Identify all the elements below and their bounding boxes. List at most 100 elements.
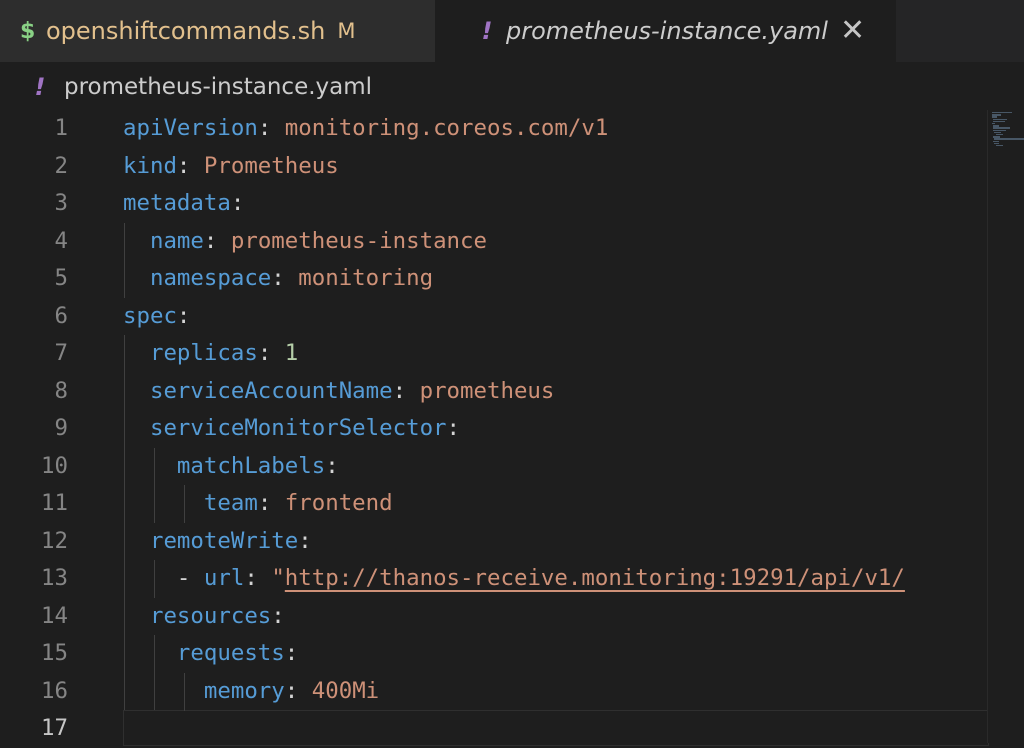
code-text: remoteWrite: — [123, 523, 312, 561]
code-text: serviceAccountName: prometheus — [123, 373, 554, 411]
minimap-line — [993, 120, 1005, 123]
code-line[interactable]: 13 - url: "http://thanos-receive.monitor… — [0, 560, 990, 598]
line-number: 17 — [41, 715, 68, 741]
code-line[interactable]: 6 spec: — [0, 298, 990, 336]
yaml-key: matchLabels — [176, 452, 326, 479]
minimap-line — [992, 116, 997, 118]
yaml-key: apiVersion — [123, 115, 258, 141]
punctuation — [123, 603, 150, 629]
code-editor[interactable]: 1 apiVersion: monitoring.coreos.com/v1 2 ki… — [0, 110, 1024, 746]
punctuation: : — [176, 152, 204, 179]
tab-prometheus-instance[interactable]: ! prometheus-instance.yaml ✕ — [436, 0, 896, 62]
code-line[interactable]: 7 replicas: 1 — [0, 335, 990, 373]
punctuation: : — [271, 602, 285, 629]
line-number: 1 — [54, 115, 68, 141]
code-line[interactable]: 16 memory: 400Mi — [0, 673, 990, 711]
code-text: matchLabels: — [123, 448, 339, 486]
yaml-file-icon: ! — [34, 73, 46, 101]
minimap-line — [993, 125, 1000, 127]
code-line[interactable]: 12 remoteWrite: — [0, 523, 990, 561]
punctuation: : — [244, 565, 272, 591]
yaml-file-icon: ! — [481, 17, 493, 45]
punctuation — [123, 528, 150, 554]
editor-tab-bar: $ openshiftcommands.sh M ! prometheus-in… — [0, 0, 1024, 62]
yaml-key: resources — [149, 602, 272, 629]
punctuation — [123, 678, 204, 704]
tab-label: prometheus-instance.yaml — [506, 17, 828, 45]
code-line[interactable]: 2 kind: Prometheus — [0, 148, 990, 186]
line-number: 11 — [41, 490, 68, 516]
yaml-key: spec — [123, 302, 177, 329]
line-number: 5 — [54, 265, 68, 291]
tab-label: openshiftcommands.sh — [46, 17, 326, 45]
code-text: resources: — [123, 598, 285, 636]
yaml-key: namespace — [149, 265, 272, 291]
minimap-line — [993, 140, 999, 142]
minimap-line — [994, 131, 1001, 134]
code-text: - url: "http://thanos-receive.monitoring… — [123, 560, 905, 598]
punctuation: : — [325, 452, 339, 479]
minimap[interactable] — [987, 110, 1024, 743]
code-text: name: prometheus-instance — [123, 223, 487, 261]
code-text: memory: 400Mi — [123, 673, 379, 711]
line-number: 4 — [54, 227, 68, 254]
punctuation: : — [298, 527, 312, 554]
punctuation: : — [284, 677, 312, 704]
code-line[interactable]: 15 requests: — [0, 635, 990, 673]
punctuation: : — [257, 490, 285, 516]
punctuation — [123, 453, 177, 479]
punctuation: : — [271, 265, 299, 291]
code-line[interactable]: 5 namespace: monitoring — [0, 260, 990, 298]
line-number: 2 — [54, 152, 68, 179]
punctuation: : — [203, 227, 231, 254]
punctuation: : — [446, 415, 461, 441]
minimap-line — [994, 138, 1024, 140]
url-link[interactable]: http://thanos-receive.monitoring:19291/a… — [285, 565, 905, 591]
minimap-line — [995, 145, 1003, 147]
yaml-key: remoteWrite — [149, 527, 299, 554]
yaml-key: requests — [176, 640, 285, 666]
punctuation: : — [392, 377, 420, 404]
yaml-key: metadata — [123, 190, 231, 216]
code-line[interactable]: 9 serviceMonitorSelector: — [0, 410, 990, 448]
punctuation — [123, 378, 150, 404]
code-line[interactable]: 1 apiVersion: monitoring.coreos.com/v1 — [0, 110, 990, 148]
punctuation — [123, 265, 150, 291]
punctuation — [123, 415, 150, 441]
code-line[interactable]: 8 serviceAccountName: prometheus — [0, 373, 990, 411]
yaml-value: monitoring — [298, 265, 434, 291]
punctuation: : — [176, 302, 191, 329]
punctuation: : — [257, 115, 285, 141]
code-line[interactable]: 3 metadata: — [0, 185, 990, 223]
code-text: serviceMonitorSelector: — [123, 410, 460, 448]
tab-openshiftcommands[interactable]: $ openshiftcommands.sh M — [0, 0, 436, 62]
yaml-key: url — [203, 565, 245, 591]
code-line[interactable]: 4 name: prometheus-instance — [0, 223, 990, 261]
yaml-value: prometheus-instance — [230, 227, 487, 254]
yaml-key: kind — [123, 152, 177, 179]
yaml-key: serviceMonitorSelector — [149, 415, 447, 441]
code-text: spec: — [123, 298, 190, 336]
punctuation: : — [257, 340, 285, 366]
minimap-line — [993, 118, 1007, 120]
yaml-key: name — [149, 227, 204, 254]
line-number: 16 — [41, 677, 68, 704]
line-number: 6 — [54, 302, 68, 329]
yaml-value: " — [271, 565, 285, 591]
breadcrumb-file[interactable]: prometheus-instance.yaml — [64, 74, 372, 100]
yaml-value: monitoring.coreos.com/v1 — [284, 115, 609, 141]
line-number: 14 — [41, 602, 68, 629]
punctuation: : — [284, 640, 299, 666]
close-icon[interactable]: ✕ — [840, 16, 865, 46]
line-number: 3 — [54, 190, 68, 216]
code-line[interactable]: 11 team: frontend — [0, 485, 990, 523]
code-line[interactable]: 14 resources: — [0, 598, 990, 636]
minimap-line — [995, 134, 1004, 136]
punctuation — [123, 640, 177, 666]
code-line[interactable]: 10 matchLabels: — [0, 448, 990, 486]
code-line[interactable]: 17 — [0, 710, 990, 748]
code-text: kind: Prometheus — [123, 148, 339, 186]
breadcrumb: ! prometheus-instance.yaml — [0, 62, 1024, 112]
code-text: team: frontend — [123, 485, 393, 523]
yaml-key: serviceAccountName — [149, 377, 393, 404]
